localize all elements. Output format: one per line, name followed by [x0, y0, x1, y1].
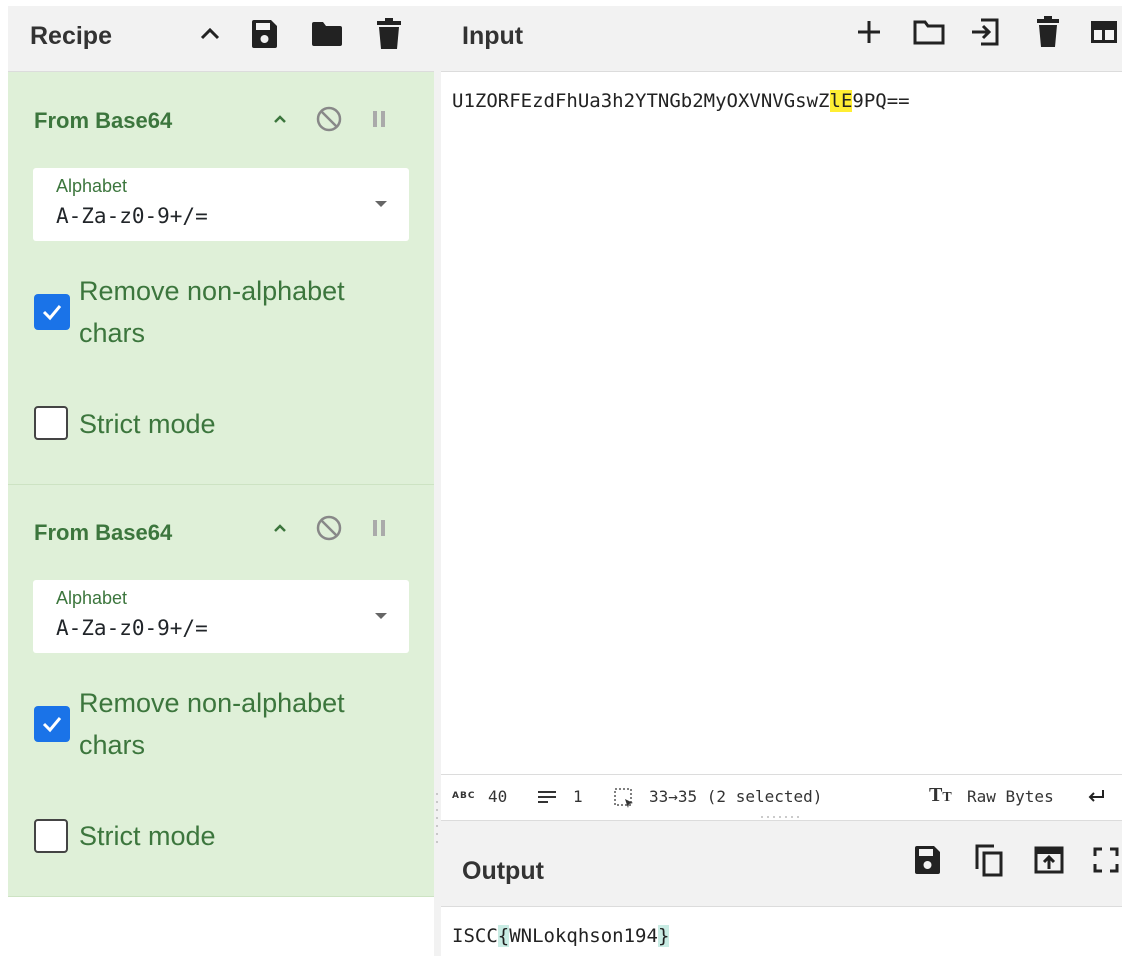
save-icon[interactable]	[248, 12, 280, 56]
input-text-segment: U1ZORFEzdFhUa3h2YTNGb2MyOXVNVGswZ	[452, 90, 830, 112]
operation-name: From Base64	[34, 108, 173, 133]
operation-from-base64[interactable]: From Base64 Alphabet A-Za-z0-9+/= Remove…	[8, 485, 434, 897]
strict-mode-checkbox[interactable]	[34, 819, 68, 853]
recipe-panel: Recipe From Base64 Alphabet A-Za-z0-9+/=	[8, 6, 434, 956]
trash-icon[interactable]	[1030, 10, 1066, 54]
input-text: U1ZORFEzdFhUa3h2YTNGb2MyOXVNVGswZlE9PQ==	[452, 87, 910, 115]
grip-icon	[436, 793, 438, 843]
plus-icon[interactable]	[851, 10, 887, 54]
recipe-title: Recipe	[30, 22, 112, 50]
disable-icon[interactable]	[314, 513, 344, 543]
length-icon: ABC	[452, 791, 476, 801]
operation-name: From Base64	[34, 520, 173, 545]
recipe-header: Recipe	[8, 6, 434, 72]
alphabet-select[interactable]: Alphabet A-Za-z0-9+/=	[33, 168, 409, 241]
strict-mode-label: Strict mode	[79, 409, 216, 439]
pause-icon[interactable]	[364, 513, 394, 543]
lines-value: 1	[573, 787, 583, 806]
input-text-segment: 9PQ==	[852, 90, 910, 112]
label-line: chars	[79, 318, 146, 348]
matching-bracket: {	[497, 925, 510, 947]
selection-icon	[614, 788, 633, 808]
operation-from-base64[interactable]: From Base64 Alphabet A-Za-z0-9+/= Remove…	[8, 72, 434, 485]
length-value: 40	[488, 787, 508, 806]
chevron-up-icon[interactable]	[194, 12, 226, 56]
label-line: chars	[79, 730, 146, 760]
input-header: Input	[441, 6, 1122, 72]
output-title: Output	[462, 857, 544, 885]
maximise-icon[interactable]	[1093, 838, 1122, 882]
dropdown-caret-icon	[375, 613, 387, 619]
column-resize-handle[interactable]	[434, 6, 441, 956]
alphabet-select[interactable]: Alphabet A-Za-z0-9+/=	[33, 580, 409, 653]
output-text-segment: ISCC	[452, 925, 498, 947]
input-status-bar: ABC 40 1 33→35 (2 selected) TT Raw Bytes	[441, 774, 1122, 818]
label-line: Remove non-alphabet	[79, 276, 345, 306]
chevron-up-icon[interactable]	[265, 513, 295, 543]
font-size-icon[interactable]: TT	[929, 784, 952, 807]
remove-non-alphabet-label: Remove non-alphabet chars	[79, 270, 345, 354]
remove-non-alphabet-label: Remove non-alphabet chars	[79, 682, 345, 766]
remove-non-alphabet-checkbox[interactable]	[34, 706, 70, 742]
layout-icon[interactable]	[1089, 10, 1122, 54]
output-text-segment: WNLokqhson194	[509, 925, 658, 947]
input-textarea[interactable]: U1ZORFEzdFhUa3h2YTNGb2MyOXVNVGswZlE9PQ==	[441, 72, 1116, 774]
folder-icon[interactable]	[311, 12, 343, 56]
pause-icon[interactable]	[364, 104, 394, 134]
alphabet-label: Alphabet	[56, 176, 128, 196]
alphabet-value: A-Za-z0-9+/=	[56, 616, 208, 640]
alphabet-value: A-Za-z0-9+/=	[56, 204, 208, 228]
checkmark-icon	[42, 305, 62, 321]
dropdown-caret-icon	[375, 201, 387, 207]
replace-input-icon[interactable]	[1031, 838, 1067, 882]
output-header: Output	[441, 820, 1122, 907]
trash-icon[interactable]	[373, 12, 405, 56]
selected-text: lE	[829, 90, 853, 112]
matching-bracket: }	[657, 925, 670, 947]
copy-icon[interactable]	[971, 838, 1007, 882]
encoding-selector[interactable]: Raw Bytes	[967, 787, 1054, 806]
remove-non-alphabet-checkbox[interactable]	[34, 294, 70, 330]
output-text: ISCC{WNLokqhson194}	[452, 923, 670, 949]
checkmark-icon	[42, 717, 62, 733]
strict-mode-checkbox[interactable]	[34, 406, 68, 440]
end-of-line-icon[interactable]	[1086, 788, 1106, 804]
save-icon[interactable]	[909, 838, 945, 882]
strict-mode-label: Strict mode	[79, 821, 216, 851]
label-line: Remove non-alphabet	[79, 688, 345, 718]
input-arrow-icon[interactable]	[967, 10, 1003, 54]
folder-icon[interactable]	[911, 10, 947, 54]
alphabet-label: Alphabet	[56, 588, 128, 608]
disable-icon[interactable]	[314, 104, 344, 134]
selection-range: 33→35 (2 selected)	[649, 787, 823, 806]
lines-icon	[538, 791, 556, 803]
output-textarea[interactable]: ISCC{WNLokqhson194}	[441, 907, 1122, 956]
input-title: Input	[462, 22, 524, 50]
pane-resize-grip-icon[interactable]	[760, 815, 804, 819]
chevron-up-icon[interactable]	[265, 104, 295, 134]
